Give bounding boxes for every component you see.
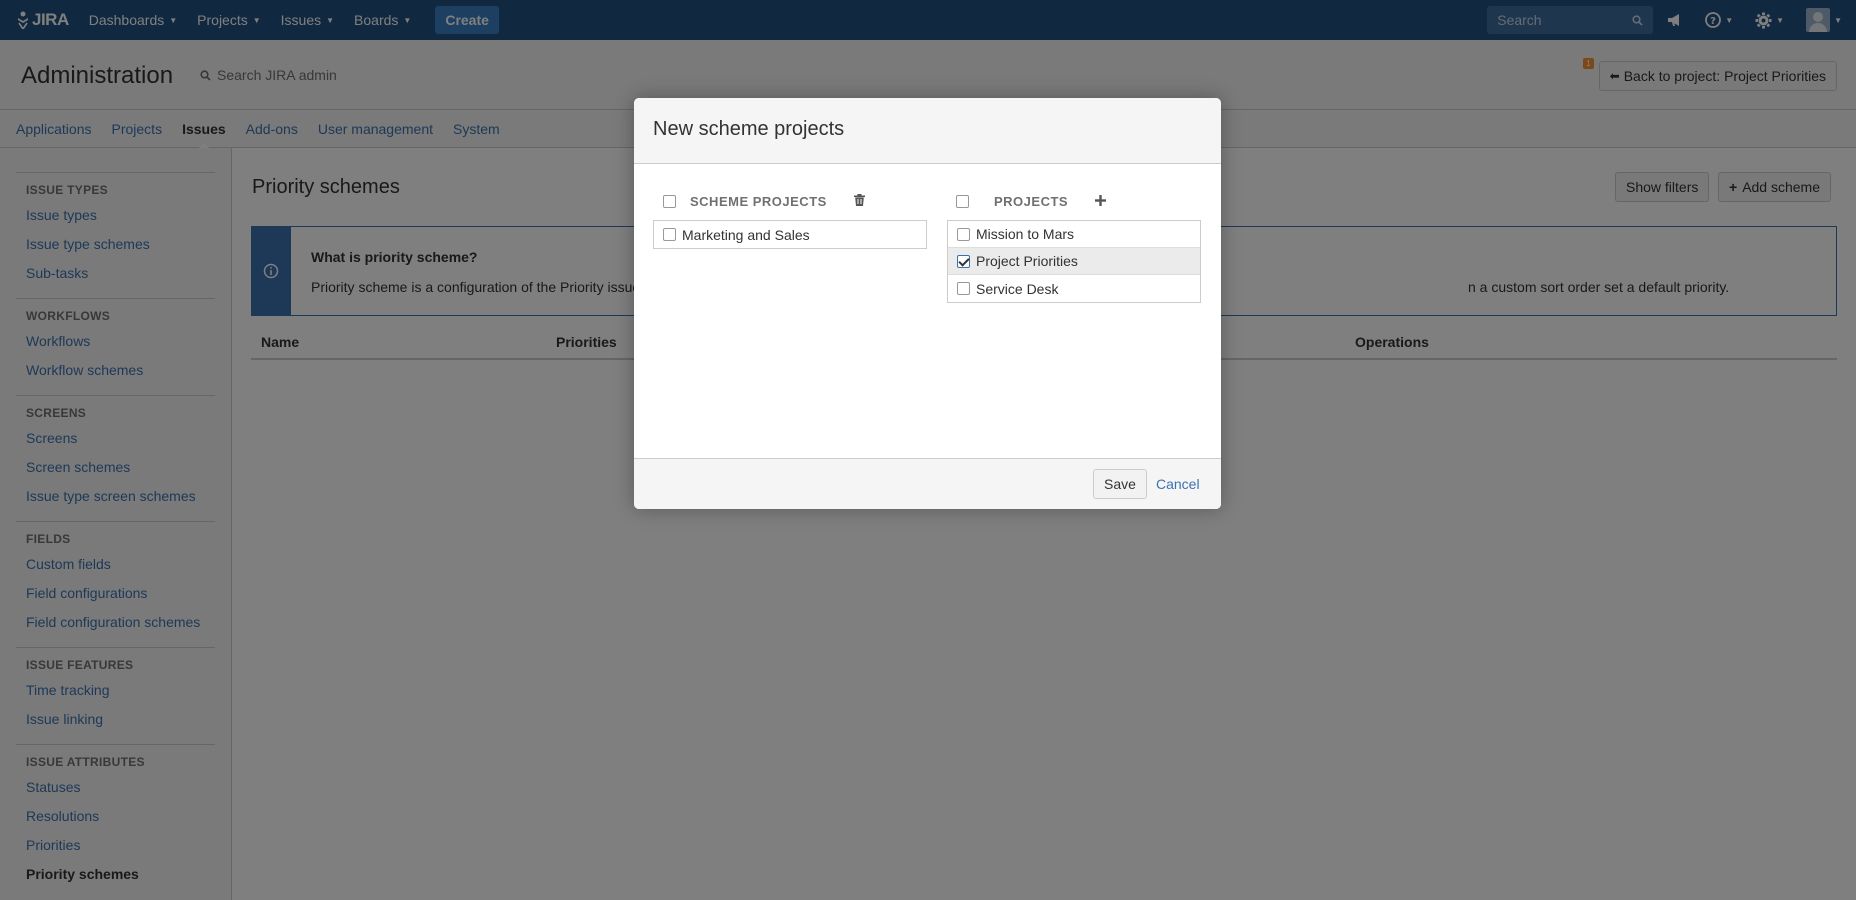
projects-header: PROJECTS bbox=[956, 194, 1107, 209]
new-scheme-projects-dialog: New scheme projects SCHEME PROJECTS Mark… bbox=[634, 98, 1221, 509]
remove-button[interactable] bbox=[853, 194, 865, 209]
cancel-button[interactable]: Cancel bbox=[1156, 476, 1200, 492]
project-label: Service Desk bbox=[976, 280, 1059, 297]
project-checkbox[interactable] bbox=[957, 282, 970, 295]
select-all-scheme-projects-checkbox[interactable] bbox=[663, 195, 676, 208]
trash-icon bbox=[853, 194, 865, 206]
projects-label: PROJECTS bbox=[994, 194, 1069, 209]
save-button[interactable]: Save bbox=[1093, 469, 1147, 499]
dialog-title: New scheme projects bbox=[634, 98, 1221, 164]
project-label: Mission to Mars bbox=[976, 226, 1075, 242]
scheme-project-checkbox[interactable] bbox=[663, 228, 676, 241]
project-checkbox[interactable] bbox=[957, 227, 970, 241]
list-item[interactable]: Marketing and Sales bbox=[654, 221, 926, 248]
project-label: Project Priorities bbox=[976, 253, 1078, 269]
list-item[interactable]: Mission to Mars bbox=[948, 221, 1200, 248]
dialog-footer: Save Cancel bbox=[634, 458, 1221, 509]
dialog-body: SCHEME PROJECTS Marketing and Sales PROJ… bbox=[634, 164, 1221, 458]
projects-list: Mission to Mars Project Priorities Servi… bbox=[947, 220, 1201, 303]
list-item[interactable]: Project Priorities bbox=[948, 248, 1200, 275]
list-item[interactable]: Service Desk bbox=[948, 275, 1200, 302]
add-button[interactable] bbox=[1095, 194, 1107, 209]
project-checkbox[interactable] bbox=[957, 254, 970, 268]
scheme-projects-list: Marketing and Sales bbox=[653, 220, 927, 249]
select-all-projects-checkbox[interactable] bbox=[956, 195, 969, 208]
scheme-projects-label: SCHEME PROJECTS bbox=[690, 194, 827, 209]
scheme-projects-header: SCHEME PROJECTS bbox=[663, 194, 865, 209]
scheme-project-label: Marketing and Sales bbox=[682, 226, 810, 243]
plus-icon bbox=[1095, 195, 1107, 206]
